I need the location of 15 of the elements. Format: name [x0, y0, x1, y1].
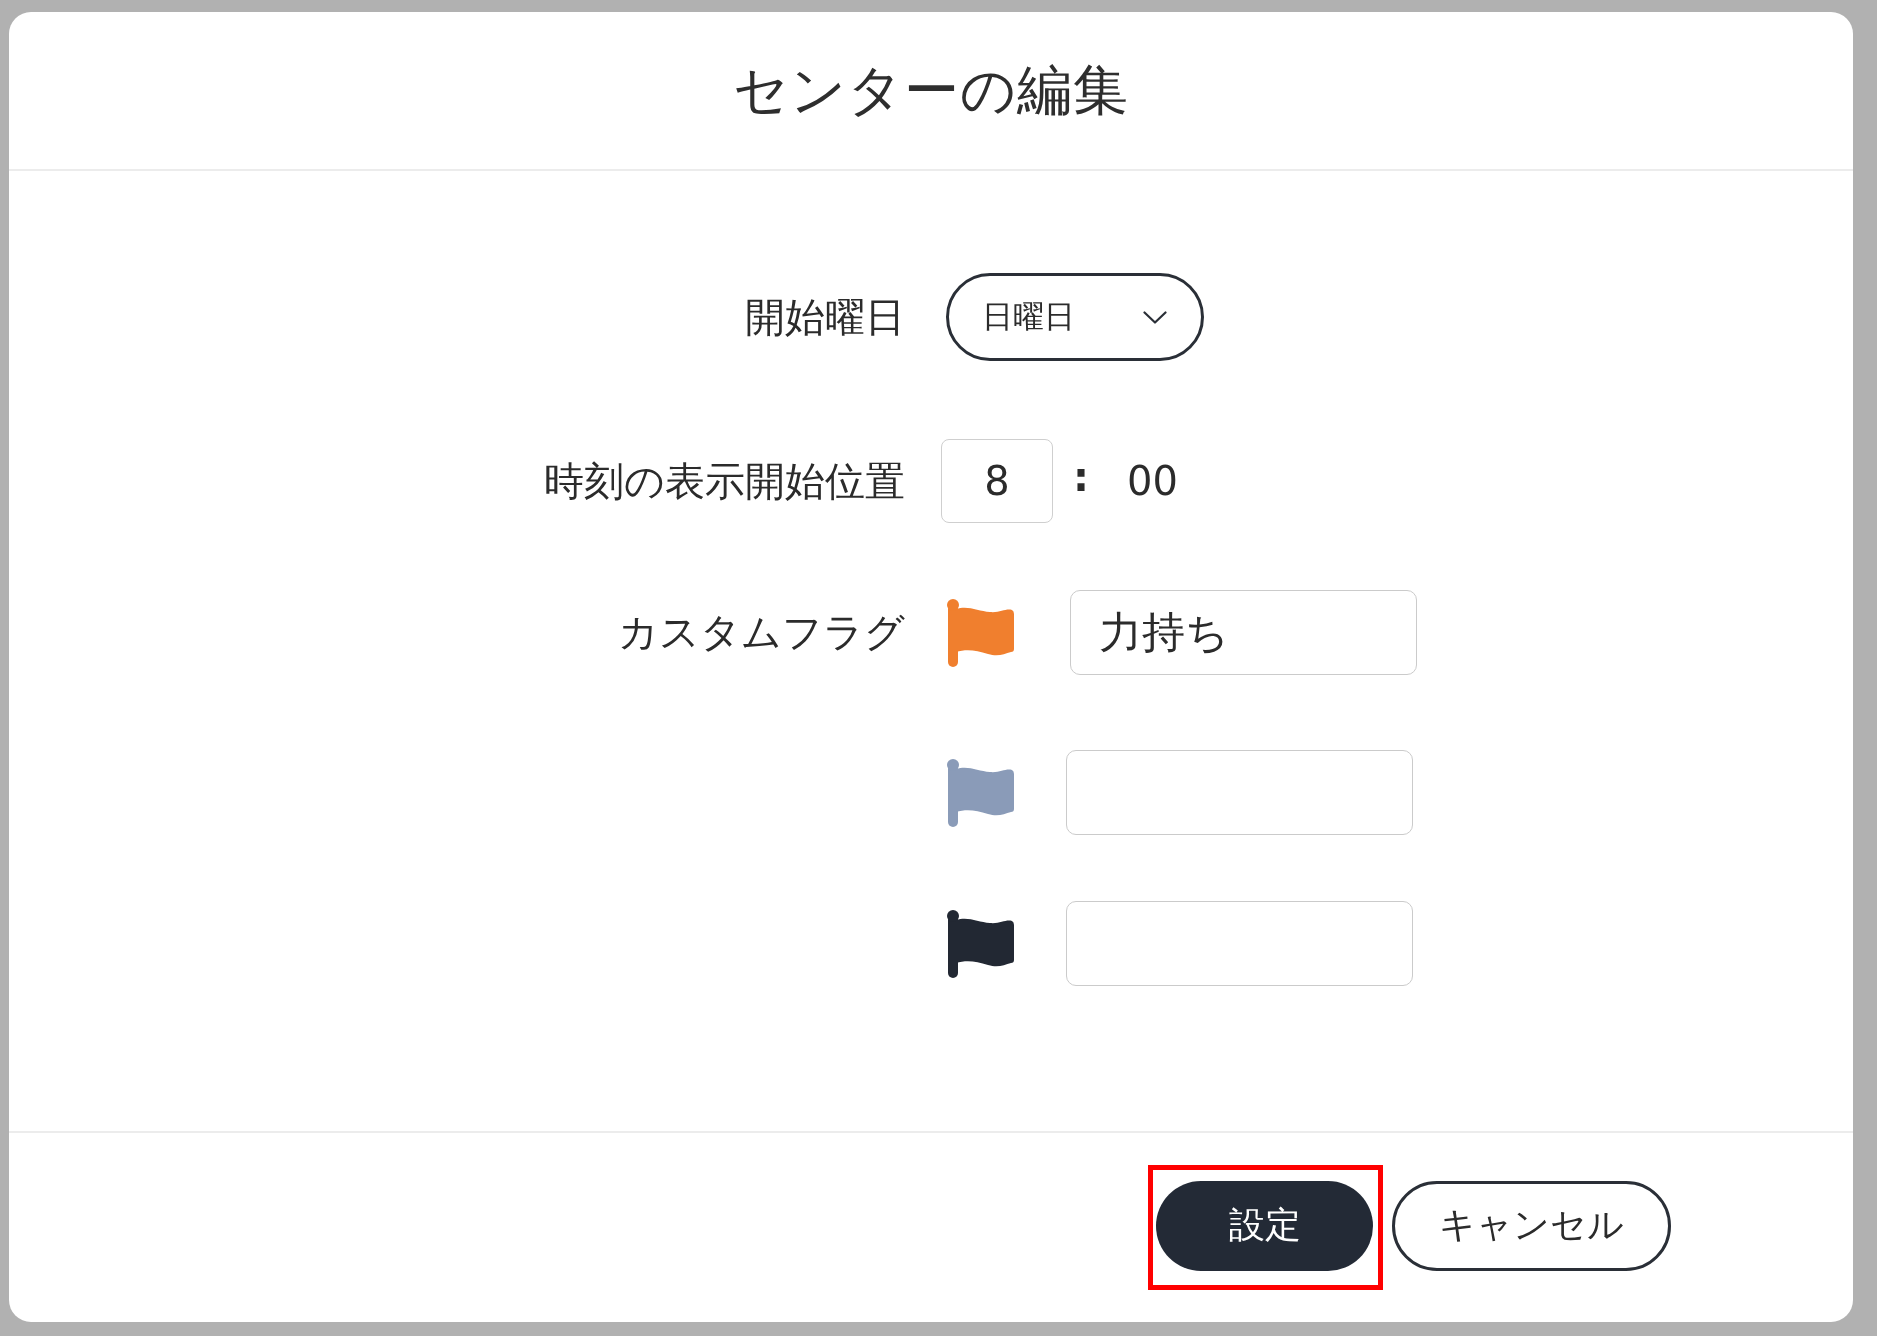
field-label: 時刻の表示開始位置 — [544, 456, 905, 506]
day-select[interactable]: 日曜日 — [946, 273, 1204, 361]
flag-icon[interactable] — [946, 909, 1014, 978]
flag-name-field[interactable]: 力持ち — [1070, 590, 1417, 675]
save-button[interactable]: 設定 — [1156, 1180, 1373, 1271]
flag-name-field[interactable] — [1066, 901, 1413, 986]
time-separator: : — [1073, 454, 1089, 500]
field-label: カスタムフラグ — [618, 608, 905, 657]
field-label: 開始曜日 — [745, 292, 905, 342]
dialog-title: センターの編集 — [733, 56, 1129, 124]
cancel-button[interactable]: キャンセル — [1392, 1180, 1671, 1271]
hour-field[interactable]: 8 — [941, 439, 1053, 523]
minutes-text: 00 — [1127, 458, 1178, 504]
chevron-down-icon — [1143, 310, 1167, 324]
flag-name-field[interactable] — [1066, 750, 1413, 835]
